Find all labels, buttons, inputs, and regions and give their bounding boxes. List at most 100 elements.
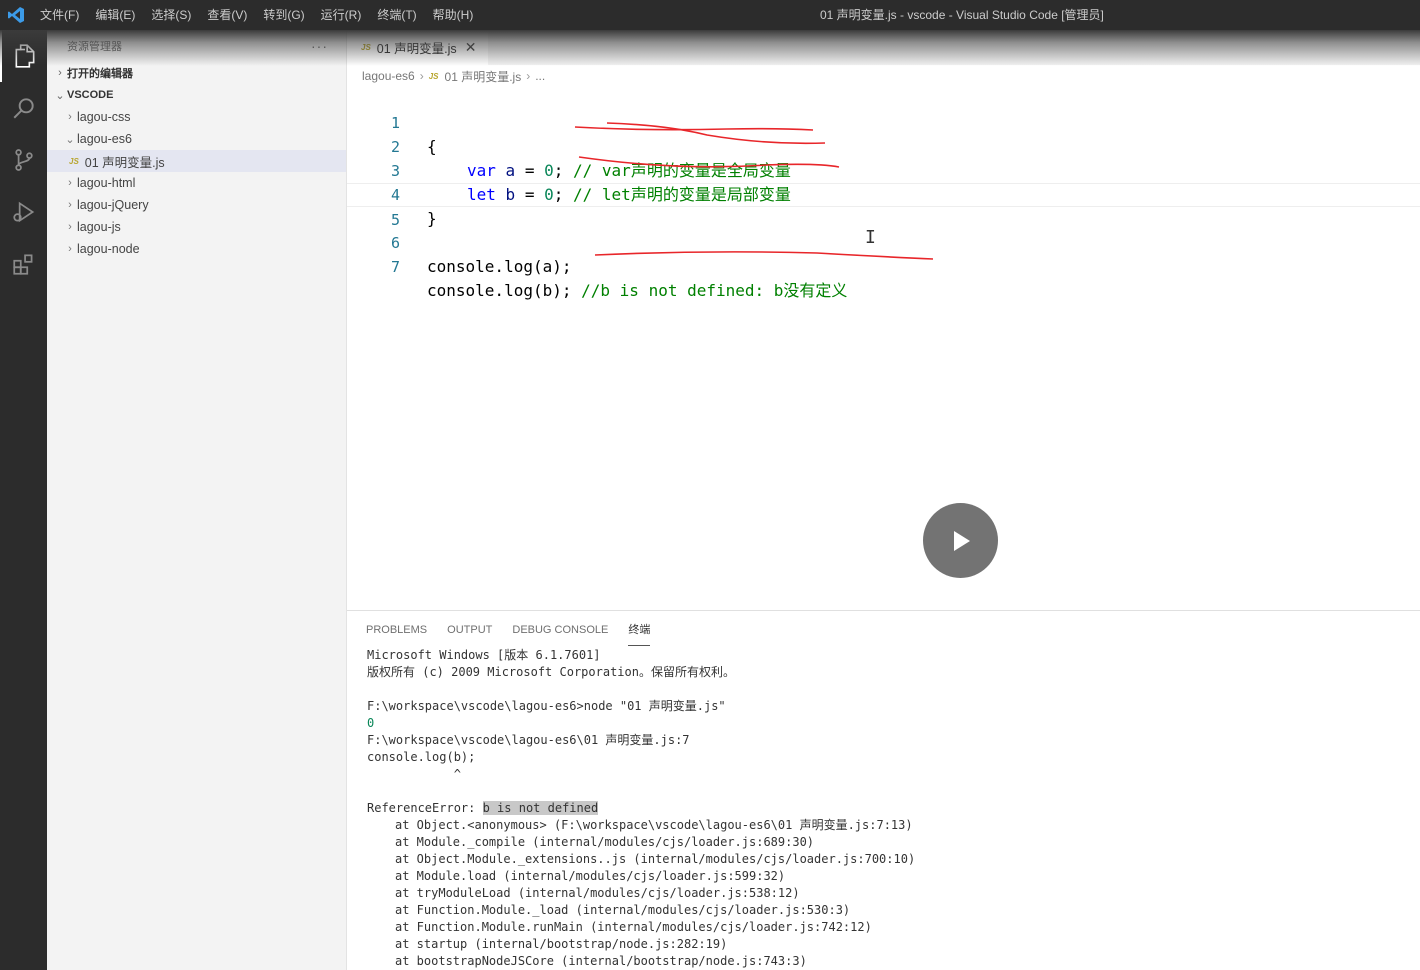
menu-view[interactable]: 查看(V) — [199, 0, 255, 30]
menu-help[interactable]: 帮助(H) — [425, 0, 482, 30]
folder-label: lagou-node — [77, 242, 140, 256]
chevron-right-icon: › — [58, 67, 62, 79]
folder-label: lagou-jQuery — [77, 198, 149, 212]
tree-folder[interactable]: › lagou-node — [47, 238, 346, 260]
stack-line: at Function.Module._load (internal/modul… — [395, 903, 851, 917]
tab-label: 01 声明变量.js — [376, 42, 457, 56]
code-line: 6 console.log(a); — [347, 207, 1420, 276]
folder-label: lagou-css — [77, 110, 131, 124]
stack-line: at bootstrapNodeJSCore (internal/bootstr… — [395, 954, 807, 968]
menu-terminal[interactable]: 终端(T) — [369, 0, 424, 30]
stack-line: at startup (internal/bootstrap/node.js:2… — [395, 937, 728, 951]
menu-selection[interactable]: 选择(S) — [143, 0, 199, 30]
open-editors-label: 打开的编辑器 — [67, 68, 133, 80]
chevron-right-icon: › — [68, 243, 72, 255]
file-label: 01 声明变量.js — [84, 155, 165, 170]
tab-debug-console[interactable]: DEBUG CONSOLE — [512, 611, 608, 646]
terminal-blank — [367, 783, 1420, 800]
chevron-right-icon: › — [68, 199, 72, 211]
chevron-right-icon: › — [419, 69, 424, 83]
source-control-icon[interactable] — [0, 134, 47, 186]
breadcrumb: lagou-es6 › JS 01 声明变量.js › ... — [347, 65, 1420, 87]
folder-label: lagou-js — [77, 220, 121, 234]
stack-line: at Module._compile (internal/modules/cjs… — [395, 835, 815, 849]
terminal-blank — [367, 681, 1420, 698]
folder-label: lagou-es6 — [77, 132, 132, 146]
code-line: 2 var a = 0; // var声明的变量是全局变量 — [347, 111, 1420, 180]
terminal-line: F:\workspace\vscode\lagou-es6>node "01 声… — [367, 699, 726, 713]
window-title: 01 声明变量.js - vscode - Visual Studio Code… — [820, 8, 1104, 22]
stack-line: at Object.Module._extensions..js (intern… — [395, 852, 916, 866]
run-debug-icon[interactable] — [0, 186, 47, 238]
stack-line: at Object.<anonymous> (F:\workspace\vsco… — [395, 818, 913, 832]
error-prefix: ReferenceError: — [367, 801, 483, 815]
chevron-right-icon: › — [68, 177, 72, 189]
tree-file-selected[interactable]: JS 01 声明变量.js — [47, 150, 346, 172]
code-text: console.log(a); — [427, 257, 572, 276]
folder-label: lagou-html — [77, 176, 136, 190]
tree-folder[interactable]: › lagou-jQuery — [47, 194, 346, 216]
tab-active-file[interactable]: JS 01 声明变量.js ✕ — [347, 30, 489, 65]
explorer-sidebar: 资源管理器 ··· › 打开的编辑器 ⌄ VSCODE › lagou-css … — [47, 30, 347, 970]
terminal[interactable]: Microsoft Windows [版本 6.1.7601] 版权所有 (c)… — [347, 646, 1420, 970]
more-actions-icon[interactable]: ··· — [311, 38, 328, 54]
search-icon[interactable] — [0, 82, 47, 134]
title-bar: 文件(F) 编辑(E) 选择(S) 查看(V) 转到(G) 运行(R) 终端(T… — [0, 0, 1420, 30]
comment: //b is not defined: b没有定义 — [581, 281, 848, 300]
text-cursor-icon: I — [865, 227, 876, 248]
terminal-error: ReferenceError: b is not defined — [367, 800, 1420, 817]
code-editor[interactable]: 1 { 2 var a = 0; // var声明的变量是全局变量 3 let … — [347, 87, 1420, 609]
terminal-line: console.log(b); — [367, 750, 476, 764]
js-file-icon: JS — [361, 43, 371, 52]
tree-folder[interactable]: ⌄ lagou-es6 — [47, 128, 346, 150]
breadcrumb-file[interactable]: 01 声明变量.js — [445, 68, 522, 85]
code-line: 7 console.log(b); //b is not defined: b没… — [347, 231, 1420, 300]
chevron-right-icon: › — [526, 69, 531, 83]
play-icon — [953, 530, 970, 551]
bottom-panel: PROBLEMS OUTPUT DEBUG CONSOLE 终端 Microso… — [347, 610, 1420, 970]
tree-folder[interactable]: › lagou-html — [47, 172, 346, 194]
terminal-line: Microsoft Windows [版本 6.1.7601] — [367, 648, 601, 662]
code-text: console.log(b); //b is not defined: b没有定… — [427, 279, 847, 303]
tree-folder[interactable]: › lagou-js — [47, 216, 346, 238]
open-editors-section[interactable]: › 打开的编辑器 — [47, 62, 346, 84]
vscode-logo-icon — [0, 0, 32, 30]
menu-bar: 文件(F) 编辑(E) 选择(S) 查看(V) 转到(G) 运行(R) 终端(T… — [32, 0, 481, 30]
terminal-line: F:\workspace\vscode\lagou-es6\01 声明变量.js… — [367, 733, 690, 747]
code-line: 3 let b = 0; // let声明的变量是局部变量 — [347, 135, 1420, 204]
code-line: 4 } — [347, 159, 1420, 228]
menu-file[interactable]: 文件(F) — [32, 0, 87, 30]
panel-tabs: PROBLEMS OUTPUT DEBUG CONSOLE 终端 — [347, 611, 1420, 646]
extensions-icon[interactable] — [0, 238, 47, 290]
stack-line: at Function.Module.runMain (internal/mod… — [395, 920, 872, 934]
tab-terminal[interactable]: 终端 — [628, 611, 651, 646]
workspace-section[interactable]: ⌄ VSCODE — [47, 84, 346, 106]
explorer-header: 资源管理器 ··· — [47, 30, 346, 62]
chevron-down-icon: ⌄ — [65, 133, 75, 146]
activity-bar — [0, 30, 47, 970]
stack-line: at tryModuleLoad (internal/modules/cjs/l… — [395, 886, 800, 900]
tree-folder[interactable]: › lagou-css — [47, 106, 346, 128]
breadcrumb-folder[interactable]: lagou-es6 — [362, 69, 415, 83]
chevron-right-icon: › — [68, 221, 72, 233]
js-file-icon: JS — [69, 156, 79, 166]
code-line-current: 5 — [347, 183, 1420, 229]
explorer-icon[interactable] — [0, 30, 47, 82]
tab-problems[interactable]: PROBLEMS — [366, 611, 427, 646]
close-icon[interactable]: ✕ — [465, 39, 477, 56]
editor-tabs: JS 01 声明变量.js ✕ — [347, 30, 1420, 65]
terminal-output: 0 — [367, 716, 375, 730]
js-file-icon: JS — [428, 71, 439, 81]
workspace-label: VSCODE — [67, 89, 114, 101]
tab-output[interactable]: OUTPUT — [447, 611, 492, 646]
breadcrumb-tail[interactable]: ... — [535, 69, 545, 83]
play-button[interactable] — [923, 503, 998, 578]
code-line: 1 { — [347, 87, 1420, 156]
stack-line: at Module.load (internal/modules/cjs/loa… — [395, 869, 786, 883]
menu-run[interactable]: 运行(R) — [313, 0, 370, 30]
menu-go[interactable]: 转到(G) — [255, 0, 312, 30]
terminal-caret: ^ — [367, 767, 461, 781]
error-message: b is not defined — [482, 801, 599, 815]
menu-edit[interactable]: 编辑(E) — [87, 0, 143, 30]
chevron-down-icon: ⌄ — [55, 89, 65, 102]
